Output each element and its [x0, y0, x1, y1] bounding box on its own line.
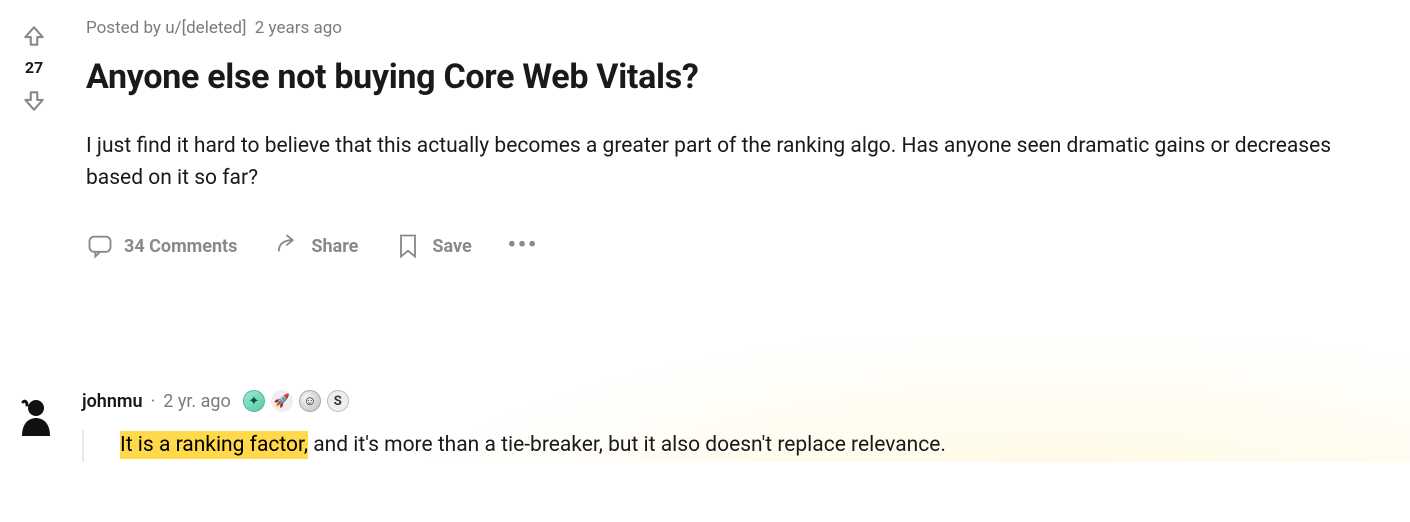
comment-section: johnmu · 2 yr. ago ✦ 🚀 ☺ S It is a ranki… — [0, 340, 1410, 462]
meta-prefix: Posted by — [86, 18, 165, 38]
meta-separator: · — [151, 391, 156, 412]
post-actions: 34 Comments Share Save ••• — [86, 232, 1390, 260]
comment-body: johnmu · 2 yr. ago ✦ 🚀 ☺ S It is a ranki… — [82, 390, 1410, 462]
upvote-button[interactable] — [18, 20, 50, 52]
share-button[interactable]: Share — [273, 232, 358, 260]
share-icon — [273, 232, 301, 260]
comment-meta: johnmu · 2 yr. ago ✦ 🚀 ☺ S — [82, 390, 1410, 412]
award-badges: ✦ 🚀 ☺ S — [243, 390, 349, 412]
post-main: Posted by u/[deleted] 2 years ago Anyone… — [62, 18, 1410, 260]
more-button[interactable]: ••• — [508, 235, 538, 257]
post: 27 Posted by u/[deleted] 2 years ago Any… — [0, 0, 1410, 260]
post-score: 27 — [25, 58, 43, 77]
thread-line: It is a ranking factor, and it's more th… — [82, 430, 1410, 462]
comment-text: It is a ranking factor, and it's more th… — [120, 430, 1410, 462]
arrow-up-icon — [21, 23, 47, 49]
avatar-icon — [14, 392, 58, 436]
comment-age: 2 yr. ago — [163, 391, 231, 412]
award-icon[interactable]: S — [327, 390, 349, 412]
post-meta: Posted by u/[deleted] 2 years ago — [86, 18, 1390, 38]
share-label: Share — [311, 236, 358, 257]
highlighted-text: It is a ranking factor, — [120, 431, 308, 459]
award-icon[interactable]: 🚀 — [271, 390, 293, 412]
downvote-button[interactable] — [18, 85, 50, 117]
save-button[interactable]: Save — [394, 232, 471, 260]
more-icon: ••• — [508, 235, 538, 257]
comment-author[interactable]: johnmu — [82, 391, 143, 412]
arrow-down-icon — [21, 88, 47, 114]
author-link[interactable]: u/[deleted] — [165, 18, 246, 38]
avatar[interactable] — [14, 392, 58, 436]
save-label: Save — [432, 236, 471, 257]
post-body: I just find it hard to believe that this… — [86, 131, 1390, 194]
post-age: 2 years ago — [255, 18, 342, 38]
vote-column: 27 — [6, 18, 62, 260]
comments-label: 34 Comments — [124, 236, 237, 257]
bookmark-icon — [394, 232, 422, 260]
award-icon[interactable]: ☺ — [299, 390, 321, 412]
comment: johnmu · 2 yr. ago ✦ 🚀 ☺ S It is a ranki… — [0, 390, 1410, 462]
comment-icon — [86, 232, 114, 260]
comments-button[interactable]: 34 Comments — [86, 232, 237, 260]
comment-rest: and it's more than a tie-breaker, but it… — [308, 433, 946, 457]
award-icon[interactable]: ✦ — [243, 390, 265, 412]
post-title: Anyone else not buying Core Web Vitals? — [86, 58, 1390, 97]
